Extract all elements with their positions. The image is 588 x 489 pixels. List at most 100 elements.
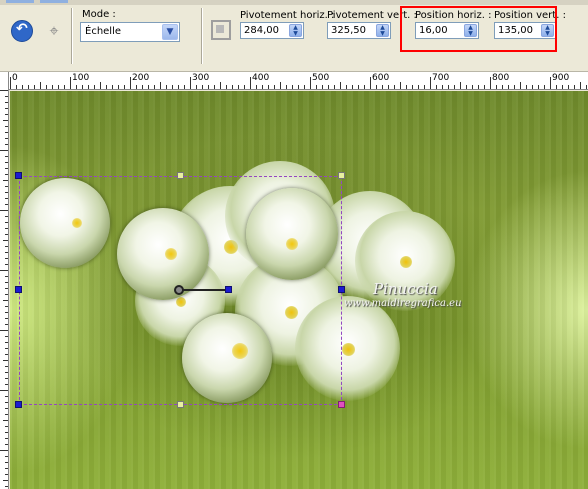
ruler-tick [5, 306, 8, 307]
ruler-tick [5, 354, 8, 355]
ruler-tick [358, 85, 359, 89]
pivot-h-value: 284,00 [244, 25, 279, 36]
ruler-label: 800 [492, 73, 510, 83]
ruler-tick [5, 216, 8, 217]
ruler-tick [5, 186, 8, 187]
ruler-label: 600 [372, 73, 390, 83]
spin-arrows-icon[interactable]: ▲ ▼ [376, 24, 389, 37]
ruler-tick [58, 85, 59, 89]
ruler-tick [5, 96, 8, 97]
ruler-tick [3, 480, 8, 481]
reset-icon[interactable] [11, 20, 33, 42]
ruler-tick [370, 77, 371, 89]
pivot-h-field[interactable]: 284,00 ▲ ▼ [240, 22, 304, 39]
toolbar-separator [71, 8, 73, 64]
ruler-tick [472, 85, 473, 89]
ruler-label: 900 [552, 73, 570, 83]
ruler-tick [5, 342, 8, 343]
ruler-tick [76, 85, 77, 89]
ruler-tick [5, 312, 8, 313]
ruler-tick [262, 85, 263, 89]
ruler-tick [202, 85, 203, 89]
ruler-tick [5, 414, 8, 415]
ruler-tick [400, 82, 401, 89]
ruler-tick [316, 85, 317, 89]
ruler-tick [5, 222, 8, 223]
ruler-tick [568, 85, 569, 89]
flower-center [342, 343, 355, 356]
deform-handle-bottom-right[interactable] [338, 401, 345, 408]
pick-tool-icon[interactable]: ⌖ [43, 20, 65, 42]
ruler-label: 500 [312, 73, 330, 83]
pivot-v-value: 325,50 [331, 25, 366, 36]
ruler-tick [5, 144, 8, 145]
ruler-tick [430, 77, 431, 89]
ruler-tick [5, 318, 8, 319]
pivot-point[interactable] [174, 285, 184, 295]
ruler-tick [364, 85, 365, 89]
ruler-tick [274, 85, 275, 89]
ruler-tick [5, 324, 8, 325]
frame-icon[interactable] [211, 20, 231, 40]
deform-handle-top-left[interactable] [15, 172, 22, 179]
ruler-tick [142, 85, 143, 89]
ruler-tick [5, 138, 8, 139]
mode-dropdown[interactable]: Échelle ▼ [80, 22, 180, 42]
ruler-tick [5, 198, 8, 199]
ruler-tick [154, 85, 155, 89]
ruler-tick [112, 85, 113, 89]
ruler-tick [466, 85, 467, 89]
deform-handle-bottom[interactable] [177, 401, 184, 408]
pivot-h-label: Pivotement horiz. : [240, 10, 335, 21]
ruler-tick [5, 468, 8, 469]
ruler-tick [10, 77, 11, 89]
ruler-label: 300 [192, 73, 210, 83]
ruler-tick [238, 85, 239, 89]
ruler-tick [5, 234, 8, 235]
ruler-tick [5, 204, 8, 205]
deform-handle-top[interactable] [177, 172, 184, 179]
pivot-v-field[interactable]: 325,50 ▲ ▼ [327, 22, 391, 39]
ruler-tick [100, 82, 101, 89]
ruler-tick [286, 85, 287, 89]
deform-handle-bottom-left[interactable] [15, 401, 22, 408]
ruler-tick [118, 85, 119, 89]
ruler-tick [3, 300, 8, 301]
chevron-down-icon[interactable]: ▼ [162, 24, 178, 40]
ruler-tick [460, 82, 461, 89]
ruler-tick [406, 85, 407, 89]
ruler-tick [148, 85, 149, 89]
ruler-tick [340, 82, 341, 89]
ruler-tick [526, 85, 527, 89]
ruler-tick [292, 85, 293, 89]
ruler-tick [3, 120, 8, 121]
toolbar-separator [201, 8, 203, 64]
vertical-ruler[interactable] [0, 90, 9, 489]
ruler-tick [322, 85, 323, 89]
mode-label: Mode : [82, 9, 116, 20]
rotation-handle[interactable] [225, 286, 232, 293]
deform-handle-top-right[interactable] [338, 172, 345, 179]
ruler-tick [34, 85, 35, 89]
ruler-tick [352, 85, 353, 89]
horizontal-ruler[interactable]: 0 100 200 300 400 500 600 700 800 900 [0, 72, 588, 90]
ruler-tick [502, 85, 503, 89]
ruler-tick [394, 85, 395, 89]
deform-handle-left[interactable] [15, 286, 22, 293]
ruler-tick [5, 114, 8, 115]
spin-arrows-icon[interactable]: ▲ ▼ [289, 24, 302, 37]
ruler-tick [0, 450, 8, 451]
flower-center [400, 256, 412, 268]
ruler-tick [0, 390, 8, 391]
ruler-tick [5, 336, 8, 337]
ruler-tick [220, 82, 221, 89]
ruler-tick [484, 85, 485, 89]
ruler-tick [5, 426, 8, 427]
image-canvas[interactable]: Pinuccia www.maidiregrafica.eu [10, 91, 588, 489]
deform-handle-right[interactable] [338, 286, 345, 293]
ruler-tick [94, 85, 95, 89]
ruler-tick [310, 77, 311, 89]
ruler-tick [214, 85, 215, 89]
ruler-tick [280, 82, 281, 89]
ruler-corner [0, 72, 9, 90]
